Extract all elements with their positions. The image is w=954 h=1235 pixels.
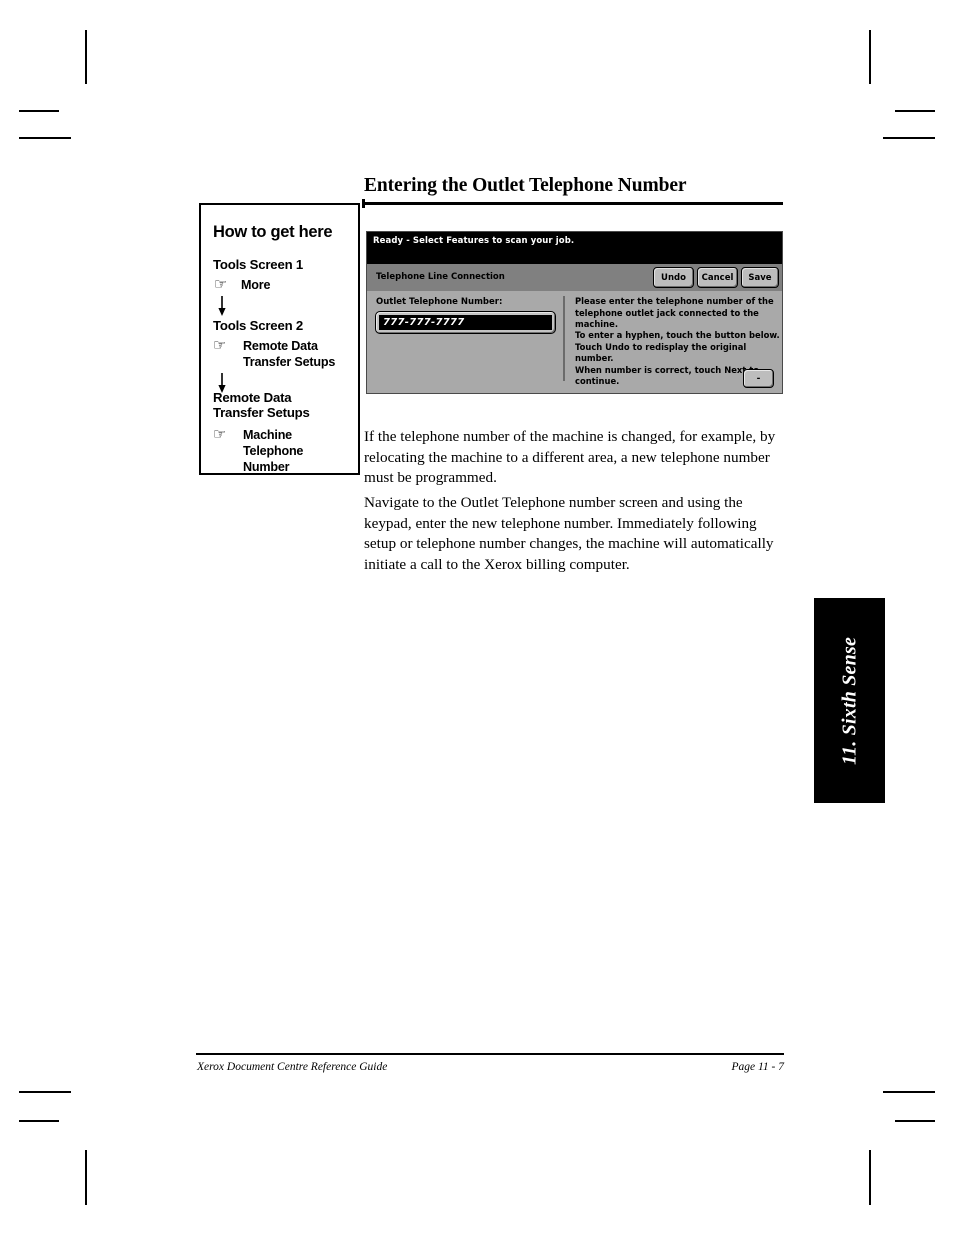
- pointing-hand-icon: ☞: [213, 425, 227, 443]
- how-to-get-here-heading: How to get here: [213, 223, 333, 241]
- outlet-telephone-number-input[interactable]: 777-777-7777: [375, 311, 556, 334]
- outlet-telephone-number-label: Outlet Telephone Number:: [376, 297, 503, 307]
- screen-help-text-1: Please enter the telephone number of the…: [575, 296, 774, 329]
- howto-step-screen-3: Remote Data Transfer Setups: [213, 390, 310, 420]
- pointing-hand-icon: ☞: [213, 336, 227, 354]
- crop-mark-bottom-left: [85, 1150, 87, 1205]
- screen-toolbar-title: Telephone Line Connection: [376, 272, 505, 282]
- crop-mark-left-bottom-lower: [19, 1120, 59, 1122]
- page-title-rule: [364, 202, 783, 205]
- hyphen-button[interactable]: -: [743, 369, 774, 388]
- screen-body: Outlet Telephone Number: 777-777-7777 Pl…: [367, 291, 782, 393]
- crop-mark-right-upper: [895, 110, 935, 112]
- body-paragraph-1: If the telephone number of the machine i…: [364, 428, 776, 487]
- howto-step-item-3: Machine Telephone Number: [243, 428, 304, 474]
- crop-mark-left-bottom-upper: [19, 1091, 71, 1093]
- footer-page-number: Page 11 - 7: [731, 1061, 784, 1073]
- touchscreen-screenshot: Ready - Select Features to scan your job…: [366, 231, 783, 394]
- howto-step-screen-1: Tools Screen 1: [213, 257, 304, 272]
- down-arrow-icon-1: [218, 296, 226, 316]
- pointing-hand-icon: ☞: [214, 275, 228, 293]
- crop-mark-right-bottom-lower: [895, 1120, 935, 1122]
- body-paragraph-2: Navigate to the Outlet Telephone number …: [364, 494, 774, 573]
- cancel-button[interactable]: Cancel: [697, 267, 738, 288]
- outlet-telephone-number-value: 777-777-7777: [379, 315, 552, 330]
- crop-mark-left-upper: [19, 110, 59, 112]
- crop-mark-top-right: [869, 30, 871, 84]
- crop-mark-bottom-right: [869, 1150, 871, 1205]
- howto-step-item-2: Remote Data Transfer Setups: [243, 339, 336, 369]
- save-button[interactable]: Save: [741, 267, 779, 288]
- crop-mark-right-lower: [883, 137, 935, 139]
- undo-button[interactable]: Undo: [653, 267, 694, 288]
- crop-mark-right-bottom-upper: [883, 1091, 935, 1093]
- chapter-side-tab: 11. Sixth Sense: [814, 598, 885, 803]
- howto-step-item-1: More: [241, 278, 271, 292]
- howto-step-screen-2: Tools Screen 2: [213, 318, 304, 333]
- crop-mark-left-lower: [19, 137, 71, 139]
- screen-toolbar: Telephone Line Connection Undo Cancel Sa…: [367, 264, 782, 292]
- chapter-side-tab-label: 11. Sixth Sense: [838, 636, 860, 765]
- crop-mark-top-left: [85, 30, 87, 84]
- footer-guide-title: Xerox Document Centre Reference Guide: [197, 1061, 388, 1073]
- page-title: Entering the Outlet Telephone Number: [364, 175, 687, 196]
- screen-status-bar: Ready - Select Features to scan your job…: [367, 232, 782, 264]
- footer-rule: [196, 1053, 784, 1055]
- screen-vertical-divider: [563, 296, 565, 381]
- how-to-get-here-box: How to get here Tools Screen 1 ☞ More To…: [199, 203, 360, 475]
- screen-status-text: Ready - Select Features to scan your job…: [373, 236, 575, 246]
